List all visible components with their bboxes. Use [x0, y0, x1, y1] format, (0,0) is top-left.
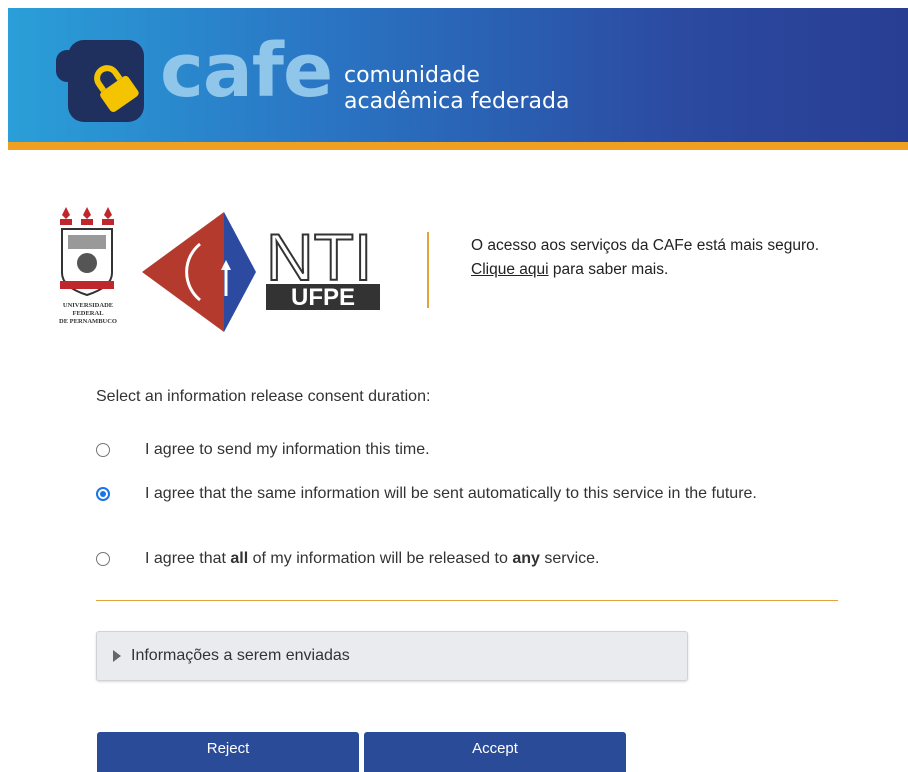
coffee-mug-lock-icon	[56, 40, 144, 122]
notice-line-1: O acesso aos serviços da CAFe está mais …	[471, 237, 820, 254]
radio-button-selected[interactable]	[96, 487, 110, 501]
learn-more-link[interactable]: Clique aqui	[471, 261, 549, 278]
option-text: of my information will be released to	[248, 550, 513, 567]
option-text: I agree that	[145, 550, 231, 567]
consent-prompt: Select an information release consent du…	[96, 388, 431, 405]
brand-name: cafe	[160, 28, 333, 114]
header-divider	[427, 232, 429, 308]
option-emphasis: any	[512, 550, 540, 567]
notice-line-2: Clique aqui para saber mais.	[471, 258, 901, 282]
option-emphasis: all	[230, 550, 249, 567]
option-label[interactable]: I agree that the same information will b…	[145, 483, 816, 504]
consent-option-this-time[interactable]: I agree to send my information this time…	[96, 439, 816, 460]
notice-line-2-text: para saber mais.	[548, 261, 669, 278]
security-notice: O acesso aos serviços da CAFe está mais …	[471, 234, 901, 282]
option-text: service.	[539, 550, 600, 567]
option-text: I agree to send my information this time…	[145, 441, 430, 458]
nti-subtext: UFPE	[291, 284, 355, 311]
radio-button[interactable]	[96, 443, 110, 457]
tagline-line-2: acadêmica federada	[344, 89, 570, 114]
option-text: I agree that the same information will b…	[145, 485, 757, 502]
header-accent-stripe	[8, 142, 908, 150]
consent-option-remember-service[interactable]: I agree that the same information will b…	[96, 483, 816, 504]
reject-button[interactable]: Reject	[97, 732, 359, 772]
accept-button[interactable]: Accept	[364, 732, 626, 772]
caret-right-icon	[113, 650, 121, 662]
nti-text: NTI	[266, 220, 372, 294]
section-divider	[96, 600, 838, 601]
ufpe-caption-line: Federal	[72, 310, 104, 317]
ufpe-caption-line: Universidade	[62, 302, 114, 309]
option-label[interactable]: I agree to send my information this time…	[145, 439, 816, 460]
ufpe-caption-line: de Pernambuco	[59, 318, 117, 325]
option-label[interactable]: I agree that all of my information will …	[145, 548, 816, 569]
ufpe-crest-logo	[60, 207, 114, 297]
details-label: Informações a serem enviadas	[131, 647, 350, 664]
ufpe-crest-caption: Universidade Federal de Pernambuco	[50, 302, 126, 326]
consent-option-global[interactable]: I agree that all of my information will …	[96, 548, 816, 569]
brand-tagline: comunidade acadêmica federada	[344, 63, 569, 115]
tagline-line-1: comunidade	[344, 63, 480, 88]
nti-ufpe-logo: NTI UFPE	[142, 212, 380, 332]
attributes-details-toggle[interactable]: Informações a serem enviadas	[96, 631, 688, 681]
radio-button[interactable]	[96, 552, 110, 566]
